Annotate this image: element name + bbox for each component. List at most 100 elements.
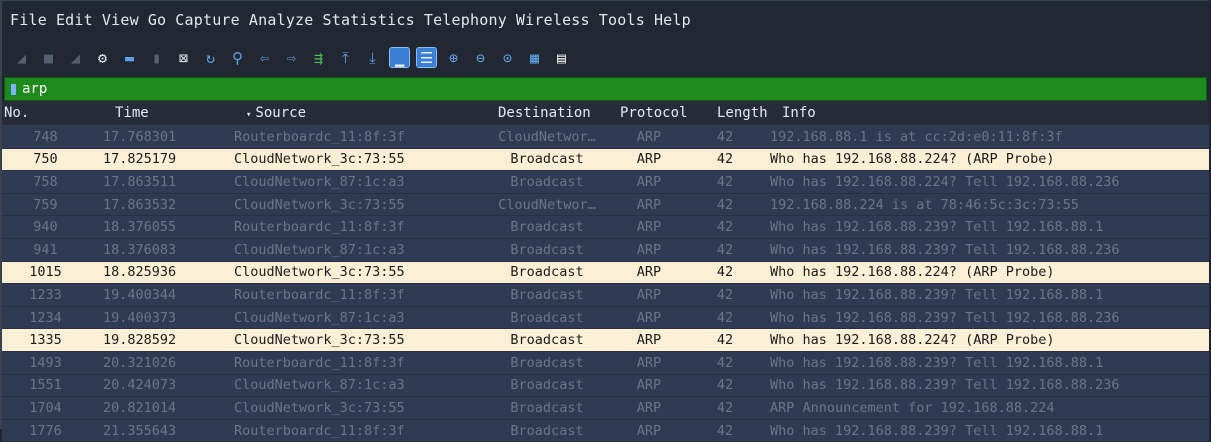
table-row[interactable]: 1493 20.321026 Routerboardc_11:8f:3f Broadc…: [2, 351, 1209, 375]
menu-telephony[interactable]: Telephony: [424, 11, 507, 29]
display-filter-bar: [4, 77, 1207, 101]
packet-length-cell: 42: [716, 264, 734, 281]
packet-info-cell: Who has 192.168.88.239? Tell 192.168.88.…: [770, 309, 1120, 326]
packet-length-cell: 42: [716, 422, 734, 439]
resize-columns-icon[interactable]: ▦: [525, 48, 544, 67]
packet-no-cell: 758: [33, 173, 58, 190]
packet-destination-cell: Broadcast: [510, 264, 584, 281]
packet-source-cell: CloudNetwork_87:1c:a3: [234, 241, 405, 258]
packet-info-cell: ARP Announcement for 192.168.88.224: [770, 399, 1055, 416]
menu-file[interactable]: File: [10, 11, 47, 29]
table-row[interactable]: 1551 20.424073 CloudNetwork_87:1c:a3 Broadc…: [2, 374, 1209, 398]
column-header-length[interactable]: Length: [717, 105, 782, 121]
stop-square-icon[interactable]: ■: [39, 48, 58, 67]
filter-bookmark-icon[interactable]: [11, 83, 16, 95]
save-file-icon[interactable]: ▮: [147, 48, 166, 67]
menu-capture[interactable]: Capture: [175, 11, 240, 29]
packet-source-cell: Routerboardc_11:8f:3f: [234, 286, 405, 303]
packet-source-cell: Routerboardc_11:8f:3f: [234, 422, 405, 439]
packet-no-cell: 1551: [29, 377, 62, 394]
packet-info-cell: 192.168.88.224 is at 78:46:5c:3c:73:55: [770, 196, 1079, 213]
table-row[interactable]: 750 17.825179 CloudNetwork_3c:73:55 Broadca…: [2, 148, 1209, 172]
go-to-packet-icon[interactable]: ⇶: [309, 48, 328, 67]
menu-analyze[interactable]: Analyze: [249, 11, 314, 29]
packet-time-cell: 17.863511: [103, 173, 177, 190]
open-folder-icon[interactable]: ▬: [120, 48, 139, 67]
reload-icon[interactable]: ↻: [201, 48, 220, 67]
menu-go[interactable]: Go: [148, 11, 166, 29]
packet-source-cell: CloudNetwork_3c:73:55: [234, 264, 405, 281]
table-row[interactable]: 1234 19.400373 CloudNetwork_87:1c:a3 Broadc…: [2, 306, 1209, 330]
packet-time-cell: 20.321026: [103, 354, 177, 371]
packet-time-cell: 18.376055: [103, 219, 177, 236]
table-row[interactable]: 1704 20.821014 CloudNetwork_3c:73:55 Broadc…: [2, 397, 1209, 420]
menu-wireless[interactable]: Wireless: [516, 11, 590, 29]
packet-no-cell: 750: [33, 151, 58, 168]
packet-protocol-cell: ARP: [636, 399, 662, 416]
last-packet-icon[interactable]: ⤓: [363, 48, 382, 67]
packet-time-cell: 19.828592: [103, 332, 177, 349]
packet-length-cell: 42: [716, 173, 734, 190]
menu-view[interactable]: View: [102, 11, 139, 29]
colorize-icon[interactable]: ☰: [416, 47, 437, 68]
column-header-no[interactable]: No.: [2, 105, 103, 121]
packet-info-cell: Who has 192.168.88.239? Tell 192.168.88.…: [770, 377, 1120, 394]
packet-destination-cell: Broadcast: [510, 241, 584, 258]
packet-no-cell: 759: [33, 196, 58, 213]
packet-destination-cell: CloudNetwor…: [498, 128, 596, 145]
table-row[interactable]: 1233 19.400344 Routerboardc_11:8f:3f Broadc…: [2, 284, 1209, 307]
display-filter-input[interactable]: [22, 81, 1206, 97]
autoscroll-icon[interactable]: ▁: [389, 47, 410, 68]
packet-source-cell: Routerboardc_11:8f:3f: [234, 219, 405, 236]
packet-destination-cell: Broadcast: [510, 309, 584, 326]
layout-icon[interactable]: ▤: [552, 48, 571, 67]
packet-protocol-cell: ARP: [636, 422, 662, 439]
menu-help[interactable]: Help: [654, 11, 691, 29]
wireshark-window: File Edit View Go Capture Analyze Statis…: [0, 0, 1209, 442]
go-back-arrow-icon[interactable]: ⇦: [255, 48, 274, 67]
packet-no-cell: 1015: [29, 264, 62, 281]
first-packet-icon[interactable]: ⤒: [336, 48, 355, 67]
zoom-normal-icon[interactable]: ⊙: [498, 48, 517, 67]
menu-statistics[interactable]: Statistics: [323, 11, 415, 29]
column-header-time[interactable]: Time: [103, 105, 246, 121]
go-forward-arrow-icon[interactable]: ⇨: [282, 48, 301, 67]
shark-fin-restart-icon[interactable]: ◢: [66, 48, 85, 67]
table-row[interactable]: 1776 21.355643 Routerboardc_11:8f:3f Broadc…: [2, 419, 1209, 442]
column-header-protocol[interactable]: Protocol: [620, 105, 717, 121]
packet-time-cell: 19.400344: [103, 286, 177, 303]
packet-length-cell: 42: [716, 309, 734, 326]
zoom-in-icon[interactable]: ⊕: [444, 48, 463, 67]
find-magnifier-icon[interactable]: ⚲: [228, 48, 247, 67]
packet-list-header: No. Time ▾ Source Destination Protocol Le…: [2, 101, 1209, 126]
table-row[interactable]: 1015 18.825936 CloudNetwork_3c:73:55 Broadc…: [2, 261, 1209, 285]
packet-source-cell: CloudNetwork_3c:73:55: [234, 151, 405, 168]
packet-source-cell: Routerboardc_11:8f:3f: [234, 354, 405, 371]
table-row[interactable]: 758 17.863511 CloudNetwork_87:1c:a3 Broadca…: [2, 171, 1209, 194]
packet-destination-cell: Broadcast: [510, 219, 584, 236]
packet-source-cell: CloudNetwork_3c:73:55: [234, 399, 405, 416]
table-row[interactable]: 748 17.768301 Routerboardc_11:8f:3f CloudNe…: [2, 126, 1209, 149]
table-row[interactable]: 759 17.863532 CloudNetwork_3c:73:55 CloudNe…: [2, 193, 1209, 217]
menu-edit[interactable]: Edit: [56, 11, 93, 29]
table-row[interactable]: 940 18.376055 Routerboardc_11:8f:3f Broadca…: [2, 216, 1209, 239]
zoom-out-icon[interactable]: ⊖: [471, 48, 490, 67]
packet-source-cell: Routerboardc_11:8f:3f: [234, 128, 405, 145]
packet-source-cell: CloudNetwork_3c:73:55: [234, 332, 405, 349]
table-row[interactable]: 941 18.376083 CloudNetwork_87:1c:a3 Broadca…: [2, 238, 1209, 262]
capture-options-gear-icon[interactable]: ⚙: [93, 48, 112, 67]
column-header-info[interactable]: Info: [782, 105, 1209, 121]
packet-protocol-cell: ARP: [636, 264, 662, 281]
column-header-source[interactable]: ▾ Source: [246, 105, 498, 121]
packet-time-cell: 17.825179: [103, 151, 177, 168]
table-row[interactable]: 1335 19.828592 CloudNetwork_3c:73:55 Broadc…: [2, 329, 1209, 352]
packet-length-cell: 42: [716, 399, 734, 416]
packet-protocol-cell: ARP: [636, 173, 662, 190]
shark-fin-start-icon[interactable]: ◢: [12, 48, 31, 67]
packet-destination-cell: Broadcast: [510, 151, 584, 168]
packet-protocol-cell: ARP: [636, 332, 662, 349]
menu-tools[interactable]: Tools: [599, 11, 645, 29]
packet-no-cell: 1335: [29, 332, 62, 349]
column-header-destination[interactable]: Destination: [498, 105, 620, 121]
close-file-icon[interactable]: ⊠: [174, 48, 193, 67]
